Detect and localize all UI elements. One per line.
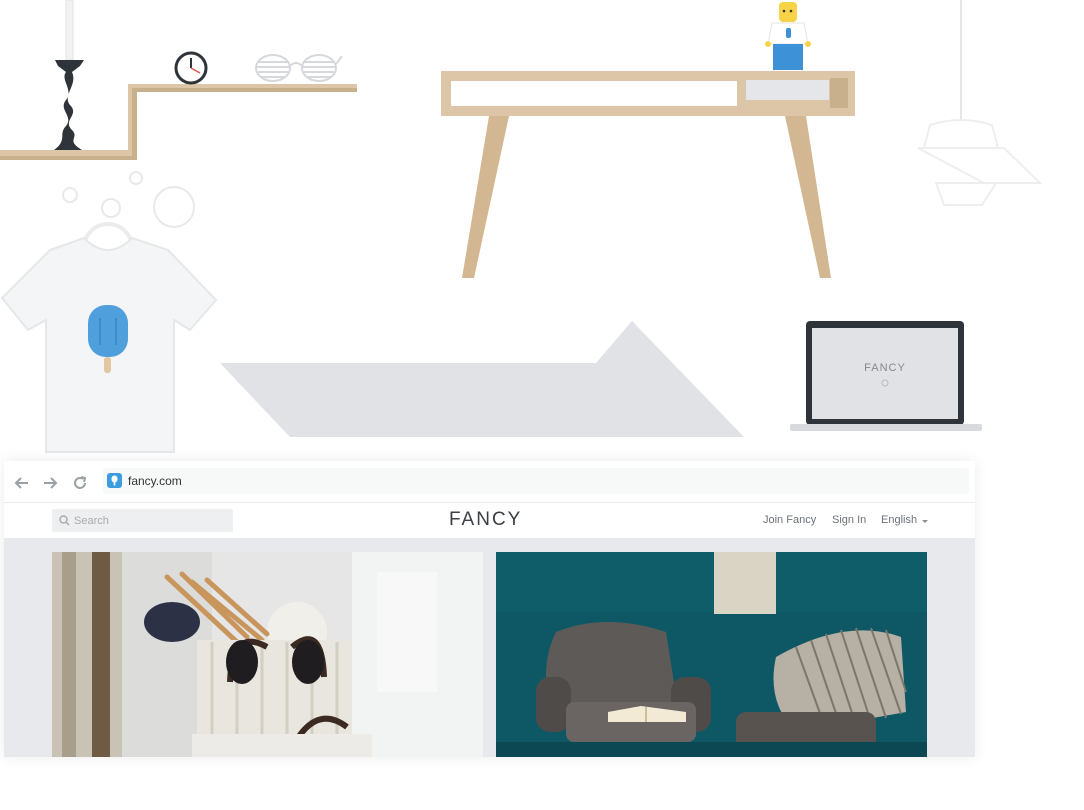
chevron-down-icon [922,520,928,523]
search-box[interactable] [52,509,233,532]
arrow-left-icon[interactable] [12,473,32,493]
popsicle-tshirt [0,236,218,453]
search-icon [59,515,70,526]
lego-figure [765,2,811,70]
clock [174,51,208,85]
fancy-favicon-icon [107,473,122,488]
product-card-baskets[interactable] [52,552,483,757]
language-select[interactable]: English [881,514,917,526]
laptop: FANCY [790,321,982,431]
desk [441,71,855,278]
armchairs-image [496,552,927,757]
join-fancy-link[interactable]: Join Fancy [763,514,816,526]
address-bar[interactable]: fancy.com [103,468,969,494]
arrow-right-icon[interactable] [40,473,60,493]
pendant-lamp [917,0,1043,206]
floor-rug [220,321,744,437]
url-text: fancy.com [128,474,182,488]
sign-in-link[interactable]: Sign In [832,514,866,526]
shutter-glasses [255,54,343,82]
candlestick [54,0,84,150]
site-logo[interactable]: FANCY [449,509,522,531]
site-header: FANCY Join Fancy Sign In English [4,503,975,538]
browser-window: fancy.com FANCY Join Fancy Sign In Engli… [4,461,975,757]
room-illustration: FANCY [0,0,1043,453]
reload-icon[interactable] [70,473,90,493]
product-feed [4,538,975,757]
product-card-armchairs[interactable] [496,552,927,757]
search-input[interactable] [74,512,224,529]
knit-baskets-image [52,552,483,757]
wall-shelf [0,84,357,160]
browser-toolbar: fancy.com [4,461,975,503]
laptop-brand: FANCY [864,362,906,374]
